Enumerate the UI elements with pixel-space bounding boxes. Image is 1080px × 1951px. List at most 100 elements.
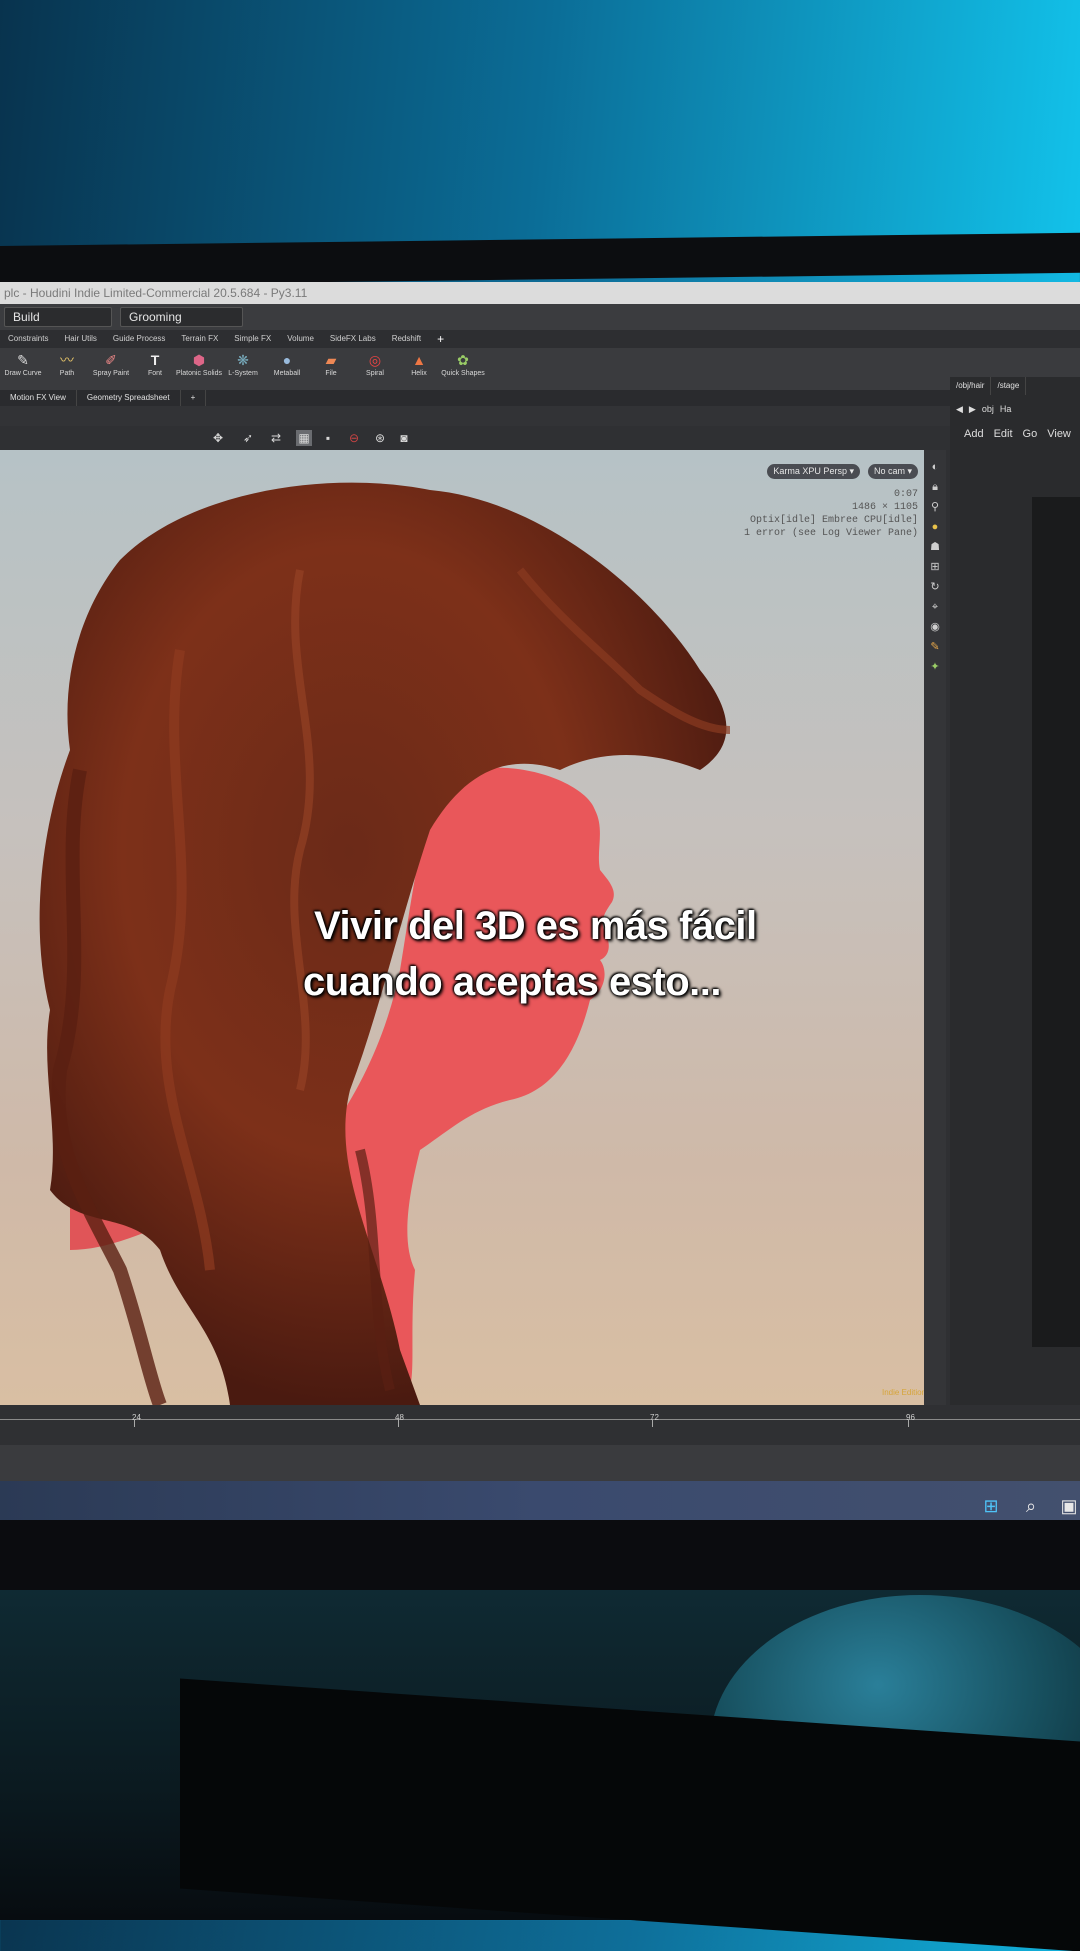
grooming-context-dropdown[interactable]: Grooming: [120, 307, 243, 327]
pencil-icon: ✎: [17, 351, 29, 368]
path-icon: 〰: [60, 352, 74, 368]
spiral-icon: ◎: [368, 351, 382, 368]
camera-dropdown[interactable]: No cam ▾: [867, 464, 918, 479]
desktop-bar: Build Grooming: [0, 304, 1080, 330]
add-shelf-tab-button[interactable]: +: [429, 330, 452, 348]
network-path-bar: ◀ ▶ obj Ha: [950, 399, 1080, 419]
metaball-icon: ●: [282, 352, 292, 368]
select-icon[interactable]: ✥: [210, 430, 226, 446]
pane-tabs: Motion FX View Geometry Spreadsheet +: [0, 390, 950, 406]
file-tool[interactable]: ▰ File: [312, 348, 350, 390]
flip-icon[interactable]: ↻: [928, 580, 942, 594]
tick-mark: [134, 1419, 135, 1427]
start-icon[interactable]: ⊞: [980, 1495, 1002, 1517]
shelf-tab[interactable]: Hair Utils: [56, 330, 104, 348]
transform-icon[interactable]: ⇄: [268, 430, 284, 446]
shelf-tab[interactable]: Redshift: [384, 330, 429, 348]
renderer-dropdown[interactable]: Karma XPU Persp ▾: [767, 464, 860, 479]
viewport-header: [0, 406, 950, 426]
timeline-ruler: [0, 1419, 1080, 1420]
snap-icon[interactable]: ⌖: [928, 600, 942, 614]
menu-edit[interactable]: Edit: [994, 428, 1013, 440]
quick-shapes-tool[interactable]: ✿ Quick Shapes: [441, 348, 485, 390]
viewport-hud-pills: Karma XPU Persp ▾ No cam ▾: [767, 464, 918, 479]
lighting-icon[interactable]: ◐: [928, 460, 942, 474]
platonic-solids-tool[interactable]: ⬢ Platonic Solids: [176, 348, 222, 390]
lsystem-tool[interactable]: ❋ L-System: [224, 348, 262, 390]
light-icon[interactable]: ●: [928, 520, 942, 534]
task-view-icon[interactable]: ▣: [1058, 1495, 1080, 1517]
spray-paint-tool[interactable]: ✐ Spray Paint: [92, 348, 130, 390]
spray-icon: ✐: [105, 351, 117, 368]
tick-mark: [398, 1419, 399, 1427]
menu-view[interactable]: View: [1047, 428, 1071, 440]
menu-go[interactable]: Go: [1023, 428, 1038, 440]
caption-line-2: cuando aceptas esto...: [303, 960, 722, 1004]
snapshot-icon[interactable]: ▪: [320, 430, 336, 446]
shelf-tab[interactable]: Terrain FX: [173, 330, 226, 348]
draw-curve-tool[interactable]: ✎ Draw Curve: [4, 348, 42, 390]
wire-icon[interactable]: ⊞: [928, 560, 942, 574]
tick-mark: [652, 1419, 653, 1427]
shelf-tab[interactable]: Volume: [279, 330, 322, 348]
hud-error[interactable]: 1 error (see Log Viewer Pane): [744, 527, 918, 540]
build-desktop-dropdown[interactable]: Build: [4, 307, 112, 327]
network-menu: Add Edit Go View: [950, 425, 1080, 443]
visibility-icon[interactable]: ◉: [928, 620, 942, 634]
caption-line-1: Vivir del 3D es más fácil: [314, 904, 757, 948]
tick-label: 48: [395, 1413, 404, 1422]
shelf-tab[interactable]: SideFX Labs: [322, 330, 384, 348]
add-pane-tab-button[interactable]: +: [181, 390, 207, 406]
pin-icon[interactable]: ⚲: [928, 500, 942, 514]
background-wall: [0, 0, 1080, 260]
monitor-bezel-bottom: [0, 1520, 1080, 1590]
tab-motion-fx-view[interactable]: Motion FX View: [0, 390, 77, 406]
camera-icon[interactable]: ⊛: [372, 430, 388, 446]
search-icon[interactable]: ⌕: [1020, 1495, 1042, 1517]
timeline[interactable]: 24 48 72 96: [0, 1405, 1080, 1445]
groom-icon[interactable]: ✦: [928, 660, 942, 674]
shelf-tab[interactable]: Guide Process: [105, 330, 173, 348]
metaball-tool[interactable]: ● Metaball: [268, 348, 306, 390]
menu-add[interactable]: Add: [964, 428, 984, 440]
network-tabs: /obj/hair /stage: [950, 377, 1080, 395]
ghost-icon[interactable]: ☗: [928, 540, 942, 554]
back-icon[interactable]: ◀: [956, 404, 963, 415]
helix-tool[interactable]: ▲ Helix: [400, 348, 438, 390]
platonic-icon: ⬢: [192, 351, 206, 368]
viewport-side-toolbar: ◐ 🔒︎ ⚲ ● ☗ ⊞ ↻ ⌖ ◉ ✎ ✦: [924, 450, 946, 1405]
path-hair[interactable]: Ha: [1000, 404, 1012, 414]
lock-icon[interactable]: 🔒︎: [928, 480, 942, 494]
playback-bar: [0, 1445, 1080, 1481]
shelf-tab[interactable]: Simple FX: [226, 330, 279, 348]
tick-mark: [908, 1419, 909, 1427]
indie-watermark: Indie Edition: [881, 1388, 926, 1397]
lsystem-icon: ❋: [237, 351, 249, 368]
viewport-hud-text: 0:07 1486 × 1105 Optix[idle] Embree CPU[…: [744, 488, 918, 540]
record-icon[interactable]: ⊖: [346, 430, 362, 446]
path-tool[interactable]: 〰 Path: [48, 348, 86, 390]
viewport-toolbar: ✥ ➶ ⇄ ▦ ▪ ⊖ ⊛ ◙: [0, 426, 950, 450]
hud-resolution: 1486 × 1105: [851, 502, 918, 513]
forward-icon[interactable]: ▶: [969, 404, 976, 415]
path-obj[interactable]: obj: [982, 404, 994, 414]
spiral-tool[interactable]: ◎ Spiral: [356, 348, 394, 390]
screenshot-icon[interactable]: ◙: [396, 430, 412, 446]
window-title: plc - Houdini Indie Limited-Commercial 2…: [0, 282, 1080, 304]
hud-time: 0:07: [893, 489, 918, 500]
pose-icon[interactable]: ➶: [240, 430, 256, 446]
font-icon: T: [150, 352, 160, 368]
brush-icon[interactable]: ✎: [928, 640, 942, 654]
tab-obj-hair[interactable]: /obj/hair: [950, 377, 992, 395]
shelf-tab[interactable]: Constraints: [0, 330, 56, 348]
tab-geometry-spreadsheet[interactable]: Geometry Spreadsheet: [77, 390, 181, 406]
tab-stage[interactable]: /stage: [991, 377, 1027, 395]
display-icon[interactable]: ▦: [296, 430, 312, 446]
network-graph[interactable]: [1032, 497, 1080, 1347]
font-tool[interactable]: T Font: [136, 348, 174, 390]
shelf-tabs: Constraints Hair Utils Guide Process Ter…: [0, 330, 1080, 348]
hud-renderer-status: Optix[idle] Embree CPU[idle]: [749, 515, 918, 526]
helix-icon: ▲: [412, 352, 426, 368]
network-pane: /obj/hair /stage ◀ ▶ obj Ha Add Edit Go …: [950, 377, 1080, 1407]
quickshapes-icon: ✿: [457, 351, 469, 368]
